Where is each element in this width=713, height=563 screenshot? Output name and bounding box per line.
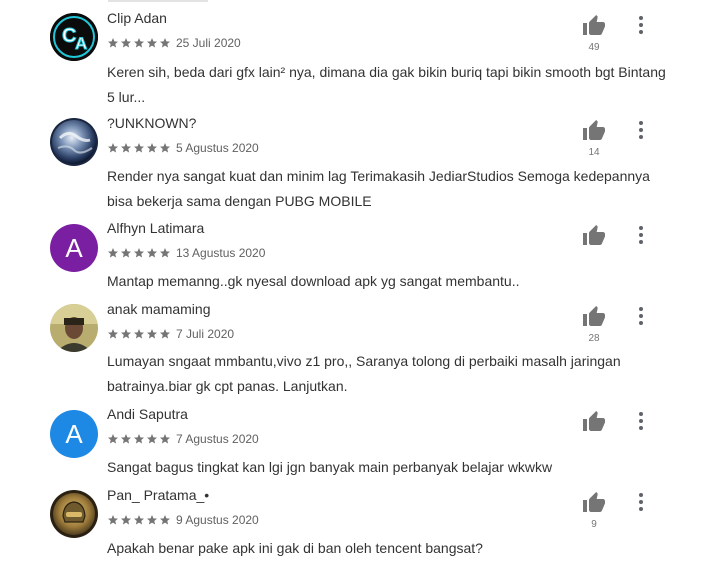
star-rating <box>107 142 172 154</box>
review-author[interactable]: Pan_ Pratama_• <box>107 487 209 503</box>
star-rating <box>107 514 172 526</box>
svg-text:A: A <box>75 34 87 53</box>
helpful-count: 9 <box>591 519 597 530</box>
star-icon <box>107 37 120 49</box>
star-rating <box>107 247 172 259</box>
more-vert-icon[interactable] <box>632 14 650 36</box>
review-text: Render nya sangat kuat dan minim lag Ter… <box>107 168 650 209</box>
review-text: Mantap memanng..gk nyesal download apk y… <box>107 273 520 289</box>
star-icon <box>107 247 120 259</box>
review-text: Lumayan sngaat mmbantu,vivo z1 pro,, Sar… <box>107 353 621 394</box>
star-icon <box>120 142 133 154</box>
review-author[interactable]: anak mamaming <box>107 301 211 317</box>
star-icon <box>146 247 159 259</box>
review-author[interactable]: Alfhyn Latimara <box>107 220 204 236</box>
star-icon <box>159 37 172 49</box>
review-meta: 7 Juli 2020 <box>107 327 234 341</box>
review-meta: 13 Agustus 2020 <box>107 246 265 260</box>
scroll-indicator <box>108 0 208 2</box>
review-date: 9 Agustus 2020 <box>176 513 259 527</box>
star-rating <box>107 433 172 445</box>
star-icon <box>146 37 159 49</box>
star-icon <box>120 328 133 340</box>
avatar <box>50 118 98 166</box>
review-meta: 9 Agustus 2020 <box>107 513 259 527</box>
review-date: 5 Agustus 2020 <box>176 141 259 155</box>
more-vert-icon[interactable] <box>632 119 650 141</box>
star-icon <box>159 142 172 154</box>
star-icon <box>133 247 146 259</box>
clip-adan-logo: C A <box>50 13 98 61</box>
review-author[interactable]: ?UNKNOWN? <box>107 115 196 131</box>
star-icon <box>159 433 172 445</box>
star-icon <box>107 433 120 445</box>
pubg-helmet-photo <box>50 490 98 538</box>
thumbs-up-icon[interactable] <box>582 119 606 143</box>
helpful-count: 28 <box>588 333 600 344</box>
star-icon <box>120 514 133 526</box>
more-vert-icon[interactable] <box>632 224 650 246</box>
more-vert-icon[interactable] <box>632 491 650 513</box>
star-icon <box>133 142 146 154</box>
star-icon <box>120 37 133 49</box>
review-text: Keren sih, beda dari gfx lain² nya, dima… <box>107 64 666 105</box>
star-icon <box>120 433 133 445</box>
review-meta: 5 Agustus 2020 <box>107 141 259 155</box>
review-date: 7 Agustus 2020 <box>176 432 259 446</box>
avatar-letter: A <box>65 232 83 263</box>
thumbs-up-icon[interactable] <box>582 410 606 434</box>
thumbs-up-icon[interactable] <box>582 224 606 248</box>
thumbs-up-icon[interactable] <box>582 14 606 38</box>
avatar: A <box>50 224 98 272</box>
review-author[interactable]: Andi Saputra <box>107 406 188 422</box>
review-text: Sangat bagus tingkat kan lgi jgn banyak … <box>107 459 553 475</box>
star-icon <box>133 514 146 526</box>
star-icon <box>159 247 172 259</box>
star-icon <box>159 514 172 526</box>
avatar <box>50 304 98 352</box>
earth-photo <box>50 118 98 166</box>
star-icon <box>133 37 146 49</box>
person-photo <box>50 304 98 352</box>
more-vert-icon[interactable] <box>632 410 650 432</box>
review-text: Apakah benar pake apk ini gak di ban ole… <box>107 540 483 556</box>
star-icon <box>133 433 146 445</box>
star-icon <box>107 328 120 340</box>
review-author[interactable]: Clip Adan <box>107 10 167 26</box>
star-icon <box>146 433 159 445</box>
avatar: C A <box>50 13 98 61</box>
star-icon <box>146 328 159 340</box>
star-rating <box>107 328 172 340</box>
star-icon <box>146 142 159 154</box>
avatar <box>50 490 98 538</box>
star-icon <box>159 328 172 340</box>
more-vert-icon[interactable] <box>632 305 650 327</box>
review-date: 25 Juli 2020 <box>176 36 241 50</box>
star-icon <box>120 247 133 259</box>
helpful-count: 14 <box>588 147 600 158</box>
helpful-count: 49 <box>588 42 600 53</box>
star-icon <box>146 514 159 526</box>
thumbs-up-icon[interactable] <box>582 491 606 515</box>
star-rating <box>107 37 172 49</box>
avatar: A <box>50 410 98 458</box>
star-icon <box>133 328 146 340</box>
star-icon <box>107 142 120 154</box>
review-meta: 25 Juli 2020 <box>107 36 241 50</box>
star-icon <box>107 514 120 526</box>
review-date: 7 Juli 2020 <box>176 327 235 341</box>
thumbs-up-icon[interactable] <box>582 305 606 329</box>
review-meta: 7 Agustus 2020 <box>107 432 259 446</box>
review-date: 13 Agustus 2020 <box>176 246 266 260</box>
avatar-letter: A <box>65 418 83 449</box>
